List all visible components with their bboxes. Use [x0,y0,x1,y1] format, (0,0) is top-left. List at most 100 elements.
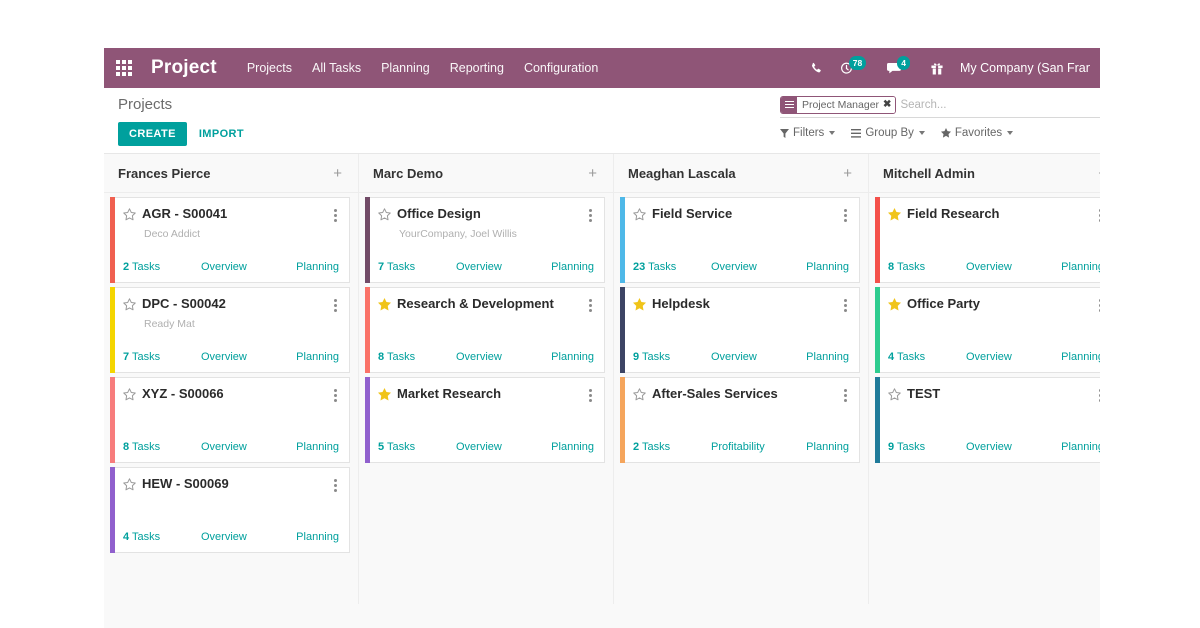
star-outline-icon[interactable] [123,208,136,221]
card-overview-link[interactable]: Overview [711,351,793,363]
kanban-card[interactable]: XYZ - S00066 8 Tasks Overview Planning [110,377,350,463]
company-name[interactable]: My Company (San Francisco [960,61,1090,75]
card-tasks-link[interactable]: 7 Tasks [123,351,201,363]
nav-item-configuration[interactable]: Configuration [524,61,598,75]
import-button[interactable]: IMPORT [199,128,244,140]
card-planning-link[interactable]: Planning [551,261,594,273]
card-overview-link[interactable]: Overview [711,261,793,273]
search-facet-project-manager[interactable]: Project Manager ✖ [780,95,897,114]
kanban-card[interactable]: Helpdesk 9 Tasks Overview Planning [620,287,860,373]
card-overview-link[interactable]: Overview [966,351,1048,363]
kanban-card[interactable]: Field Service 23 Tasks Overview Planning [620,197,860,283]
kebab-menu-icon[interactable] [328,297,339,314]
card-tasks-link[interactable]: 4 Tasks [123,531,201,543]
kanban-card[interactable]: Office Design YourCompany, Joel Willis 7 T… [365,197,605,283]
card-tasks-link[interactable]: 7 Tasks [378,261,456,273]
kebab-menu-icon[interactable] [583,207,594,224]
nav-item-reporting[interactable]: Reporting [450,61,504,75]
card-overview-link[interactable]: Overview [201,441,283,453]
card-planning-link[interactable]: Planning [296,441,339,453]
nav-item-all-tasks[interactable]: All Tasks [312,61,361,75]
card-overview-link[interactable]: Overview [456,261,538,273]
favorites-dropdown[interactable]: Favorites [940,127,1014,139]
star-filled-icon[interactable] [633,298,646,311]
create-button[interactable]: CREATE [118,122,187,146]
card-planning-link[interactable]: Planning [551,441,594,453]
card-tasks-link[interactable]: 5 Tasks [378,441,456,453]
card-overview-link[interactable]: Overview [456,351,538,363]
card-planning-link[interactable]: Planning [1061,441,1100,453]
card-tasks-link[interactable]: 9 Tasks [888,441,966,453]
card-planning-link[interactable]: Planning [296,351,339,363]
card-planning-link[interactable]: Planning [296,531,339,543]
star-filled-icon[interactable] [378,388,391,401]
kebab-menu-icon[interactable] [1093,207,1100,224]
kebab-menu-icon[interactable] [328,207,339,224]
card-planning-link[interactable]: Planning [806,441,849,453]
close-icon[interactable]: ✖ [882,96,896,113]
card-tasks-link[interactable]: 4 Tasks [888,351,966,363]
card-tasks-link[interactable]: 9 Tasks [633,351,711,363]
search-input[interactable] [896,98,1100,111]
star-outline-icon[interactable] [633,208,646,221]
plus-icon[interactable]: + [1096,166,1100,181]
kanban-card[interactable]: Office Party 4 Tasks Overview Planning [875,287,1100,373]
kebab-menu-icon[interactable] [838,387,849,404]
card-tasks-link[interactable]: 8 Tasks [888,261,966,273]
star-outline-icon[interactable] [633,388,646,401]
star-outline-icon[interactable] [123,298,136,311]
card-planning-link[interactable]: Planning [551,351,594,363]
kanban-card[interactable]: TEST 9 Tasks Overview Planning [875,377,1100,463]
star-outline-icon[interactable] [888,388,901,401]
kebab-menu-icon[interactable] [1093,297,1100,314]
star-outline-icon[interactable] [123,388,136,401]
card-tasks-link[interactable]: 8 Tasks [123,441,201,453]
nav-item-planning[interactable]: Planning [381,61,430,75]
kebab-menu-icon[interactable] [328,477,339,494]
card-tasks-link[interactable]: 23 Tasks [633,261,711,273]
apps-grid-icon[interactable] [116,59,133,77]
kebab-menu-icon[interactable] [838,207,849,224]
card-planning-link[interactable]: Planning [1061,351,1100,363]
nav-item-projects[interactable]: Projects [247,61,292,75]
card-overview-link[interactable]: Profitability [711,441,793,453]
kanban-card[interactable]: After-Sales Services 2 Tasks Profitability… [620,377,860,463]
plus-icon[interactable]: + [331,166,344,181]
kebab-menu-icon[interactable] [328,387,339,404]
card-overview-link[interactable]: Overview [966,441,1048,453]
kanban-card[interactable]: AGR - S00041 Deco Addict 2 Tasks Overview Pl… [110,197,350,283]
star-filled-icon[interactable] [378,298,391,311]
messages-chat-icon[interactable]: 4 [887,56,914,75]
plus-icon[interactable]: + [586,166,599,181]
kanban-card[interactable]: Market Research 5 Tasks Overview Planning [365,377,605,463]
kanban-card[interactable]: Field Research 8 Tasks Overview Planning [875,197,1100,283]
kanban-card[interactable]: HEW - S00069 4 Tasks Overview Planning [110,467,350,553]
card-overview-link[interactable]: Overview [966,261,1048,273]
kebab-menu-icon[interactable] [583,387,594,404]
kanban-card[interactable]: Research & Development 8 Tasks Overview Pla… [365,287,605,373]
card-overview-link[interactable]: Overview [201,531,283,543]
card-tasks-link[interactable]: 2 Tasks [633,441,711,453]
gift-icon[interactable] [931,62,943,75]
app-brand-title[interactable]: Project [151,57,217,79]
kanban-card[interactable]: DPC - S00042 Ready Mat 7 Tasks Overview Plan… [110,287,350,373]
kebab-menu-icon[interactable] [838,297,849,314]
plus-icon[interactable]: + [841,166,854,181]
phone-icon[interactable] [810,62,823,75]
search-bar[interactable]: Project Manager ✖ [780,95,1100,118]
card-overview-link[interactable]: Overview [201,351,283,363]
kebab-menu-icon[interactable] [1093,387,1100,404]
card-tasks-link[interactable]: 8 Tasks [378,351,456,363]
card-tasks-link[interactable]: 2 Tasks [123,261,201,273]
card-planning-link[interactable]: Planning [806,261,849,273]
star-filled-icon[interactable] [888,298,901,311]
kebab-menu-icon[interactable] [583,297,594,314]
groupby-dropdown[interactable]: Group By [851,127,925,139]
star-filled-icon[interactable] [888,208,901,221]
activity-clock-icon[interactable]: 78 [840,56,870,75]
star-outline-icon[interactable] [123,478,136,491]
filters-dropdown[interactable]: Filters [780,127,836,139]
card-planning-link[interactable]: Planning [1061,261,1100,273]
card-overview-link[interactable]: Overview [201,261,283,273]
card-overview-link[interactable]: Overview [456,441,538,453]
